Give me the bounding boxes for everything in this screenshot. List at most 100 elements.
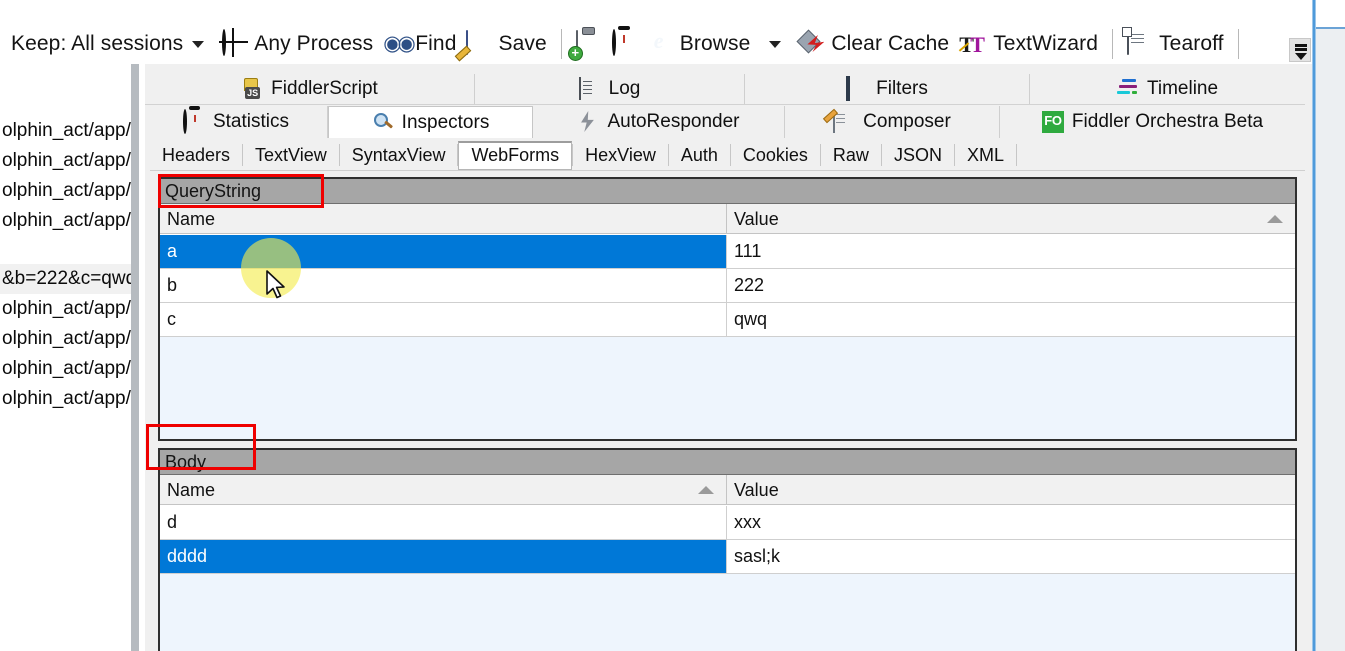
inspector-panel: FiddlerScript Log Filters Timeline Stati: [145, 64, 1312, 651]
list-item[interactable]: olphin_act/app/g: [0, 116, 131, 146]
browse-button[interactable]: Browse: [643, 23, 756, 65]
list-item[interactable]: olphin_act/app/g: [0, 294, 131, 324]
tab-statistics[interactable]: Statistics: [145, 106, 328, 138]
sub-tab-label: WebForms: [471, 145, 560, 165]
list-item[interactable]: [0, 236, 131, 264]
sub-tab-xml[interactable]: XML: [955, 141, 1016, 169]
column-header-name[interactable]: Name: [160, 204, 727, 233]
save-button[interactable]: Save: [461, 23, 551, 65]
sub-tab-label: Cookies: [742, 144, 808, 165]
keep-sessions-label: Keep: All sessions: [11, 32, 184, 55]
clipboard-add-icon: [575, 30, 602, 57]
table-row[interactable]: dddd sasl;k: [160, 540, 1295, 574]
stopwatch-icon: [611, 29, 638, 57]
composer-icon: [833, 110, 855, 133]
tab-timeline[interactable]: Timeline: [1030, 74, 1305, 104]
table-row[interactable]: c qwq: [160, 303, 1295, 337]
binoculars-icon: ◉◉: [383, 32, 416, 55]
tab-composer[interactable]: Composer: [785, 106, 1000, 138]
text-wizard-icon: TT: [958, 32, 987, 57]
sub-tab-cookies[interactable]: Cookies: [731, 141, 820, 169]
querystring-grid-header: Name Value: [160, 204, 1295, 234]
inspector-sub-tabs: Headers TextView SyntaxView WebForms Hex…: [150, 139, 1305, 171]
find-button[interactable]: ◉◉ Find: [378, 23, 461, 65]
sort-ascending-icon: [698, 486, 714, 494]
sub-tab-hexview[interactable]: HexView: [573, 141, 668, 169]
list-item[interactable]: olphin_act/app/g: [0, 324, 131, 354]
target-icon: [222, 29, 248, 57]
tab-fiddlerscript[interactable]: FiddlerScript: [145, 74, 475, 104]
body-grid-body[interactable]: d xxx dddd sasl;k: [160, 506, 1295, 651]
sub-tab-label: XML: [966, 144, 1004, 165]
list-item[interactable]: olphin_act/app/g: [0, 354, 131, 384]
tab-strip-divider: [145, 104, 1305, 105]
main-tabs-row-2: Statistics Inspectors AutoResponder Comp…: [145, 106, 1305, 138]
sub-tab-auth[interactable]: Auth: [669, 141, 730, 169]
sub-tab-label: Auth: [680, 144, 718, 165]
tab-label: Inspectors: [401, 111, 490, 133]
sub-tab-label: SyntaxView: [351, 144, 446, 165]
tab-label: Fiddler Orchestra Beta: [1071, 111, 1264, 132]
list-item[interactable]: olphin_act/app/g: [0, 176, 131, 206]
toolbar-overflow-icon[interactable]: [1289, 38, 1311, 62]
sessions-list-empty-top: [0, 64, 131, 116]
table-row[interactable]: d xxx: [160, 506, 1295, 540]
column-header-name[interactable]: Name: [160, 475, 727, 504]
tab-inspectors[interactable]: Inspectors: [328, 106, 533, 138]
filters-icon: [846, 76, 868, 101]
sub-tab-raw[interactable]: Raw: [821, 141, 881, 169]
cell-name: d: [160, 506, 727, 539]
column-header-value[interactable]: Value: [727, 475, 1295, 504]
inspectors-icon: [372, 112, 394, 134]
sub-tab-label: Raw: [832, 144, 869, 165]
clear-cache-button[interactable]: Clear Cache: [794, 23, 954, 65]
column-header-value[interactable]: Value: [727, 204, 1295, 233]
list-item[interactable]: olphin_act/app/g: [0, 206, 131, 236]
cell-value: qwq: [734, 309, 768, 329]
cell-name: c: [160, 303, 727, 336]
toolbar-divider-3: [1237, 29, 1239, 59]
tearoff-button[interactable]: Tearoff: [1122, 23, 1229, 65]
list-item[interactable]: olphin_act/app/g: [0, 146, 131, 176]
capture-button[interactable]: [571, 23, 607, 65]
list-item[interactable]: olphin_act/app/g: [0, 384, 131, 414]
browse-label: Browse: [679, 32, 751, 55]
sub-tab-headers[interactable]: Headers: [150, 141, 242, 169]
chevron-down-icon[interactable]: [769, 40, 782, 48]
sub-tab-label: HexView: [585, 144, 656, 165]
tab-filters[interactable]: Filters: [745, 74, 1030, 104]
list-item-selected[interactable]: &b=222&c=qwq: [0, 264, 131, 294]
sub-tab-webforms[interactable]: WebForms: [458, 140, 573, 170]
save-label: Save: [498, 32, 547, 55]
tab-label: AutoResponder: [607, 111, 740, 132]
sub-tab-syntaxview[interactable]: SyntaxView: [340, 141, 458, 169]
table-row[interactable]: b 222: [160, 269, 1295, 303]
toolbar-divider-1: [560, 29, 562, 59]
keep-sessions-dropdown[interactable]: Keep: All sessions: [0, 23, 217, 65]
cell-value: sasl;k: [734, 546, 781, 566]
browse-dropdown[interactable]: [755, 23, 794, 65]
vertical-splitter[interactable]: [1312, 0, 1316, 651]
sub-tab-divider: [1015, 144, 1017, 166]
timer-button[interactable]: [607, 23, 643, 65]
cell-name: dddd: [160, 540, 727, 573]
sub-tab-textview[interactable]: TextView: [243, 141, 339, 169]
textwizard-button[interactable]: TT TextWizard: [954, 23, 1103, 65]
tab-log[interactable]: Log: [475, 74, 745, 104]
tearoff-window-icon: [1127, 30, 1153, 57]
sub-tab-label: JSON: [893, 144, 942, 165]
save-disk-icon: [466, 30, 492, 57]
table-row[interactable]: a 111: [160, 235, 1295, 269]
log-icon: [578, 77, 601, 100]
any-process-button[interactable]: Any Process: [217, 23, 378, 65]
sessions-list[interactable]: olphin_act/app/g olphin_act/app/g olphin…: [0, 64, 139, 651]
tab-label: FiddlerScript: [271, 78, 378, 99]
clear-cache-icon: [799, 31, 825, 57]
tab-autoresponder[interactable]: AutoResponder: [533, 106, 785, 138]
tab-fiddler-orchestra[interactable]: FO Fiddler Orchestra Beta: [1000, 106, 1305, 138]
querystring-grid-body[interactable]: a 111 b 222 c qwq: [160, 235, 1295, 439]
textwizard-label: TextWizard: [993, 32, 1099, 55]
chevron-down-icon[interactable]: [192, 40, 205, 48]
sub-tab-json[interactable]: JSON: [882, 141, 954, 169]
sessions-scrollbar[interactable]: [131, 64, 139, 651]
